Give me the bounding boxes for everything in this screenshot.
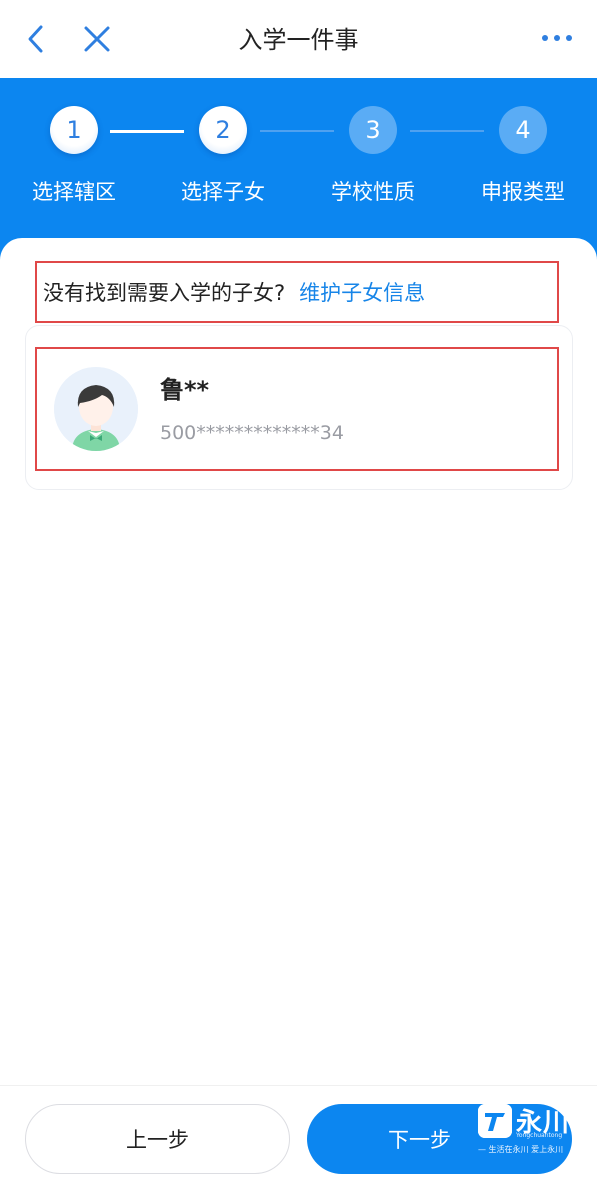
watermark-subtitle: Yongchuantong: [516, 1132, 563, 1139]
step-3-circle: 3: [349, 106, 397, 154]
nav-bar: 入学一件事: [0, 0, 597, 78]
step-4-label: 申报类型: [481, 180, 565, 204]
watermark: 永川 Yongchuantong — 生活在永川 爱上永川: [476, 1102, 597, 1162]
child-id-number: 500*************34: [160, 422, 344, 444]
step-2-label: 选择子女: [181, 180, 265, 204]
child-name: 鲁**: [160, 376, 210, 404]
step-3-label: 学校性质: [331, 180, 415, 204]
step-2-circle: 2: [199, 106, 247, 154]
step-connector: [410, 130, 484, 132]
maintain-child-info-link[interactable]: 维护子女信息: [299, 277, 425, 307]
step-1-label: 选择辖区: [32, 180, 116, 204]
missing-child-hint: 没有找到需要入学的子女? 维护子女信息: [35, 261, 559, 323]
more-icon[interactable]: [539, 26, 575, 50]
step-1-circle: 1: [50, 106, 98, 154]
page-title: 入学一件事: [238, 26, 359, 54]
next-step-label: 下一步: [388, 1128, 451, 1152]
watermark-logo-icon: [478, 1104, 512, 1138]
previous-step-button[interactable]: 上一步: [25, 1104, 290, 1174]
watermark-slogan: — 生活在永川 爱上永川: [478, 1145, 564, 1154]
child-avatar-icon: [54, 367, 138, 451]
step-connector: [110, 130, 184, 133]
step-connector: [260, 130, 334, 132]
step-4-circle: 4: [499, 106, 547, 154]
hint-text: 没有找到需要入学的子女?: [43, 281, 286, 305]
